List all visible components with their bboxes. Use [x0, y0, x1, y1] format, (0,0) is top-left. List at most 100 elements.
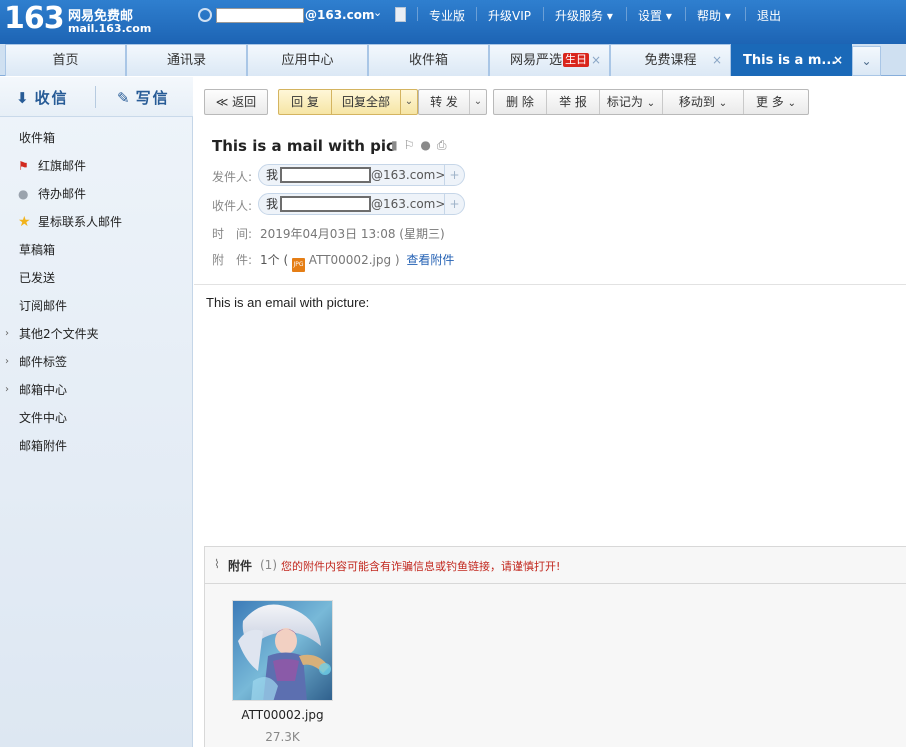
- phishing-warning: 您的附件内容可能含有诈骗信息或钓鱼链接，请谨慎打开!: [281, 560, 561, 573]
- attachment-panel-header: ⌇ 附件 (1) 您的附件内容可能含有诈骗信息或钓鱼链接，请谨慎打开!: [205, 547, 906, 584]
- sidebar-item-label: 待办邮件: [38, 187, 87, 201]
- nav-divider: [626, 7, 627, 21]
- reply-button[interactable]: 回 复: [279, 90, 331, 114]
- sidebar-item-subscriptions[interactable]: 订阅邮件: [0, 292, 193, 320]
- sidebar-item-mail-center[interactable]: › 邮箱中心: [0, 376, 193, 404]
- attachment-filename[interactable]: ATT00002.jpg ): [309, 253, 400, 267]
- nav-help[interactable]: 帮助 ▾: [697, 7, 731, 24]
- character-image: [233, 601, 332, 700]
- mail-header: This is a mail with pic ▮⚐●⎙ 发件人: 我 @163…: [194, 125, 906, 285]
- tab-label: This is a m...: [743, 53, 837, 68]
- close-tab-icon[interactable]: ×: [712, 45, 722, 76]
- clock-icon: ●: [18, 187, 29, 201]
- sidebar-item-label: 星标联系人邮件: [38, 215, 123, 229]
- chevron-right-icon[interactable]: ›: [5, 348, 9, 376]
- nav-upgrade-vip[interactable]: 升级VIP: [488, 7, 531, 24]
- tab-app-center[interactable]: 应用中心: [247, 44, 368, 76]
- clock-icon[interactable]: ●: [420, 138, 436, 152]
- account-dropdown-icon[interactable]: ⌄: [373, 6, 382, 19]
- nav-logout[interactable]: 退出: [757, 7, 781, 24]
- account-name-redacted: [216, 8, 304, 23]
- sidebar-item-sent[interactable]: 已发送: [0, 264, 193, 292]
- chevron-right-icon[interactable]: ›: [5, 376, 9, 404]
- sidebar-item-attachments[interactable]: 邮箱附件: [0, 432, 193, 460]
- star-icon: ★: [18, 214, 31, 230]
- tab-free-courses[interactable]: 免费课程 ×: [610, 44, 731, 76]
- flag-icon: ⚑: [18, 159, 29, 173]
- sender-name: 我: [266, 168, 279, 182]
- jpg-file-icon: JPG: [291, 258, 305, 272]
- sender-domain: @163.com>: [371, 168, 446, 182]
- sidebar-item-label: 红旗邮件: [38, 159, 87, 173]
- tab-label: 网易严选: [509, 53, 562, 68]
- nav-upgrade-service[interactable]: 升级服务 ▾: [555, 7, 613, 24]
- tab-label: 收件箱: [408, 53, 448, 68]
- tab-contacts[interactable]: 通讯录: [126, 44, 247, 76]
- forward-button[interactable]: 转 发: [419, 90, 469, 114]
- attachment-thumbnail[interactable]: [232, 600, 333, 701]
- sidebar-item-red-flag[interactable]: ⚑ 红旗邮件: [0, 152, 193, 180]
- move-to-button[interactable]: 移动到 ⌄: [663, 90, 743, 116]
- receive-label: 收信: [34, 89, 69, 107]
- sidebar-item-label: 收件箱: [19, 131, 56, 145]
- logo-number[interactable]: 163: [4, 2, 65, 36]
- sidebar-item-inbox[interactable]: 收件箱: [0, 124, 193, 152]
- chevron-down-icon[interactable]: ⌄: [469, 90, 486, 114]
- mark-as-button[interactable]: 标记为 ⌄: [600, 90, 662, 116]
- sender-chip[interactable]: 我 @163.com> +: [258, 164, 465, 186]
- nav-pro-edition[interactable]: 专业版: [429, 7, 465, 24]
- tab-home[interactable]: 首页: [5, 44, 126, 76]
- mobile-icon[interactable]: [395, 7, 406, 22]
- compose-button[interactable]: ✎ 写信: [117, 87, 170, 108]
- sidebar-item-label: 订阅邮件: [19, 299, 68, 313]
- view-attachments-link[interactable]: 查看附件: [406, 253, 454, 267]
- flag-icon[interactable]: ⚐: [404, 138, 421, 152]
- sender-address-redacted: [280, 167, 371, 183]
- tab-current-mail[interactable]: This is a m... ×: [731, 44, 852, 76]
- download-icon: ⬇: [16, 89, 31, 107]
- more-button[interactable]: 更 多 ⌄: [744, 90, 808, 116]
- mail-subject: This is a mail with pic: [212, 137, 395, 155]
- recipient-chip[interactable]: 我 @163.com> +: [258, 193, 465, 215]
- sidebar-item-todo[interactable]: ● 待办邮件: [0, 180, 193, 208]
- sidebar-item-label: 其他2个文件夹: [19, 327, 99, 341]
- action-group: 删 除 举 报 标记为 ⌄ 移动到 ⌄ 更 多 ⌄: [493, 89, 809, 115]
- report-button[interactable]: 举 报: [547, 90, 599, 114]
- tab-inbox[interactable]: 收件箱: [368, 44, 489, 76]
- reply-all-button[interactable]: 回复全部: [332, 90, 400, 114]
- sidebar-item-drafts[interactable]: 草稿箱: [0, 236, 193, 264]
- sidebar-item-file-center[interactable]: 文件中心: [0, 404, 193, 432]
- delete-button[interactable]: 删 除: [494, 90, 546, 114]
- add-contact-icon[interactable]: +: [444, 194, 464, 214]
- reply-group: 回 复 回复全部 ⌄: [278, 89, 418, 115]
- sidebar-item-tags[interactable]: › 邮件标签: [0, 348, 193, 376]
- forward-group: 转 发 ⌄: [418, 89, 487, 115]
- logo-domain[interactable]: mail.163.com: [68, 22, 151, 35]
- recipient-name: 我: [266, 197, 279, 211]
- sidebar-item-starred[interactable]: ★ 星标联系人邮件: [0, 208, 193, 236]
- tab-list-dropdown-icon[interactable]: ⌄: [852, 46, 881, 76]
- attachment-panel: ⌇ 附件 (1) 您的附件内容可能含有诈骗信息或钓鱼链接，请谨慎打开! ATT0…: [204, 546, 906, 747]
- close-tab-icon[interactable]: ×: [833, 45, 843, 76]
- compose-label: 写信: [135, 89, 170, 107]
- receive-button[interactable]: ⬇ 收信: [16, 87, 69, 108]
- user-avatar-icon[interactable]: [198, 8, 212, 22]
- back-button[interactable]: ≪ 返回: [204, 89, 268, 115]
- nav-divider: [543, 7, 544, 21]
- chevron-down-icon[interactable]: ⌄: [400, 90, 417, 114]
- attachment-file-name[interactable]: ATT00002.jpg: [219, 708, 346, 722]
- tab-yanxuan[interactable]: 网易严选 生日 ×: [489, 44, 610, 76]
- print-icon[interactable]: ⎙: [437, 138, 453, 152]
- account-domain[interactable]: @163.com: [305, 8, 374, 22]
- add-contact-icon[interactable]: +: [444, 165, 464, 185]
- more-label: 更 多: [755, 95, 784, 109]
- close-tab-icon[interactable]: ×: [591, 45, 601, 76]
- chevron-down-icon: ⌄: [787, 98, 797, 109]
- bookmark-icon[interactable]: ▮: [391, 138, 404, 152]
- birthday-badge: 生日: [563, 53, 589, 67]
- nav-settings[interactable]: 设置 ▾: [638, 7, 672, 24]
- mail-body: This is an email with picture:: [206, 295, 370, 310]
- from-label: 发件人:: [212, 170, 253, 184]
- sidebar-item-other-folders[interactable]: › 其他2个文件夹: [0, 320, 193, 348]
- chevron-right-icon[interactable]: ›: [5, 320, 9, 348]
